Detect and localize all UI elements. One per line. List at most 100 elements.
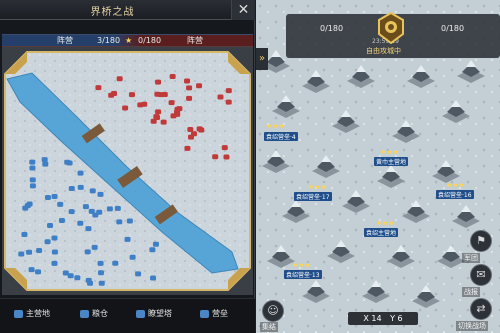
legend-fort: 营垒	[200, 308, 228, 319]
unit-marker	[196, 83, 203, 89]
unit-marker	[190, 131, 197, 137]
unit-marker	[111, 91, 118, 97]
unit-marker	[51, 194, 58, 200]
unit-marker	[29, 177, 36, 183]
star-icon: ★	[125, 36, 133, 45]
unit-marker	[62, 270, 69, 276]
fort-icon	[200, 309, 209, 318]
camp-label[interactable]: 袁绍营垒·13	[284, 270, 322, 279]
unit-marker	[116, 76, 123, 82]
legend-granary: 粮仓	[80, 308, 108, 319]
unit-marker	[225, 99, 232, 105]
unit-marker	[223, 154, 230, 160]
unit-marker	[174, 111, 181, 117]
unit-marker	[129, 254, 136, 260]
unit-marker	[42, 161, 49, 167]
switch-battlefield-button[interactable]: ⇄	[470, 298, 492, 320]
unit-marker	[217, 94, 224, 100]
unit-marker	[160, 119, 167, 125]
battle-report-button[interactable]: ✉	[470, 264, 492, 286]
camp-label[interactable]: 袁绍主营地	[364, 228, 399, 237]
unit-marker	[157, 92, 164, 98]
unit-marker	[89, 188, 96, 194]
legion-button[interactable]: ⚑	[470, 230, 492, 252]
unit-marker	[155, 109, 162, 115]
unit-marker	[95, 85, 102, 91]
unit-marker	[152, 241, 159, 247]
unit-marker	[122, 105, 129, 111]
unit-marker	[66, 160, 73, 166]
unit-marker	[77, 184, 84, 190]
unit-marker	[126, 218, 133, 224]
unit-marker	[44, 239, 51, 245]
unit-marker	[36, 248, 43, 254]
unit-marker	[57, 201, 64, 207]
team-right-label: 阵营	[187, 36, 203, 45]
camp-stars: ★★★	[308, 183, 327, 191]
panel-title-bar: 界桥之战 ✕	[0, 0, 255, 20]
camp-label[interactable]: 袁绍营垒·17	[294, 192, 332, 201]
unit-marker	[212, 154, 219, 160]
unit-marker	[116, 219, 123, 225]
unit-marker	[58, 218, 65, 224]
top-hud: 0/180 0/180 自由攻城中 23:59:19	[286, 12, 500, 58]
unit-marker	[97, 260, 104, 266]
unit-marker	[128, 92, 135, 98]
team-left-label: 阵营	[57, 36, 73, 45]
score-right: 0/180	[138, 36, 162, 45]
unit-marker	[87, 280, 94, 286]
unit-marker	[21, 232, 28, 238]
unit-marker	[150, 118, 157, 124]
camp-label[interactable]: 袁绍营垒·4	[264, 132, 298, 141]
unit-marker	[85, 226, 92, 232]
rally-label: 集结	[260, 322, 278, 332]
score-bar: 阵营 3/180 ★ 0/180 阵营	[2, 34, 253, 47]
legion-label: 军团	[462, 253, 480, 263]
map-legend: 主营地 粮仓 瞭望塔 营垒	[0, 298, 255, 333]
unit-marker	[29, 183, 36, 189]
camp-stars: ★★★	[292, 261, 311, 269]
unit-marker	[29, 165, 36, 171]
camp-stars: ★★★	[446, 181, 465, 189]
score-left: 3/180	[97, 36, 121, 45]
watchtower-icon	[136, 309, 145, 318]
close-button[interactable]: ✕	[231, 0, 255, 20]
switch-battlefield-label: 切换战场	[456, 321, 488, 331]
camp-label[interactable]: 袁绍营垒·16	[436, 190, 474, 199]
unit-marker	[114, 205, 121, 211]
granary-icon	[80, 309, 89, 318]
coord-y: Y 6	[390, 314, 403, 323]
battle-map-panel: 界桥之战 ✕ 阵营 3/180 ★ 0/180 阵营 主营地 粮仓 瞭望塔 营垒	[0, 0, 255, 333]
hud-score-right: 0/180	[441, 24, 465, 33]
unit-marker	[35, 269, 42, 275]
unit-marker	[106, 206, 113, 212]
expand-arrow-button[interactable]: »	[256, 48, 268, 70]
unit-marker	[168, 100, 175, 106]
unit-marker	[77, 170, 84, 176]
coordinate-readout[interactable]: X 14 Y 6	[348, 312, 418, 325]
unit-marker	[155, 79, 162, 85]
camp-stars: ★★★	[266, 122, 285, 130]
unit-marker	[68, 209, 75, 215]
unit-marker	[186, 95, 193, 101]
unit-marker	[84, 249, 91, 255]
camp-stars: ★★★	[380, 148, 399, 156]
battlefield-svg	[2, 47, 253, 295]
camp-label[interactable]: 黄巾主营地	[374, 157, 409, 166]
unit-marker	[51, 260, 58, 266]
faction-emblem-icon	[378, 12, 404, 44]
unit-marker	[184, 145, 191, 151]
unit-marker	[51, 235, 58, 241]
unit-marker	[153, 114, 160, 120]
main-camp-icon	[14, 309, 23, 318]
unit-marker	[124, 236, 131, 242]
world-view[interactable]: 0/180 0/180 自由攻城中 23:59:19 » 袁绍营垒·4 ★★★ …	[256, 0, 500, 333]
rally-button[interactable]: ☺	[262, 300, 284, 322]
unit-marker	[26, 249, 33, 255]
hud-status: 自由攻城中	[366, 47, 401, 55]
unit-marker	[187, 126, 194, 132]
coord-x: X 14	[363, 314, 382, 323]
battlefield-map[interactable]	[2, 47, 253, 295]
unit-marker	[51, 249, 58, 255]
unit-marker	[225, 88, 232, 94]
